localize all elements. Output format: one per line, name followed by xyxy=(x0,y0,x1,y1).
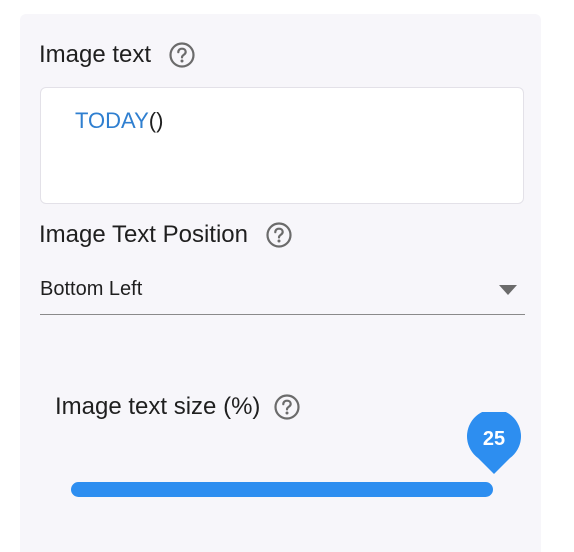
text-position-select[interactable]: Bottom Left xyxy=(40,269,525,315)
chevron-down-icon[interactable] xyxy=(499,285,517,295)
text-size-value: 25 xyxy=(482,428,506,450)
image-text-label: Image text xyxy=(39,41,152,68)
text-size-label: Image text size (%) xyxy=(55,393,261,420)
text-position-label: Image Text Position xyxy=(39,221,249,248)
text-size-slider-thumb[interactable]: 25 xyxy=(465,409,523,476)
text-position-selected-value: Bottom Left xyxy=(40,278,143,300)
image-text-input[interactable]: TODAY() xyxy=(40,87,524,204)
image-text-value: TODAY() xyxy=(75,108,163,134)
settings-panel: Image text TODAY() Image Text Position B… xyxy=(20,14,541,552)
text-position-label-row: Image Text Position xyxy=(39,221,292,249)
formula-parens: () xyxy=(148,108,164,133)
formula-function-name: TODAY xyxy=(75,108,149,133)
image-text-label-row: Image text xyxy=(39,41,195,69)
help-icon[interactable] xyxy=(266,222,292,248)
text-size-label-row: Image text size (%) xyxy=(55,393,301,421)
help-icon[interactable] xyxy=(274,394,301,420)
text-size-slider-track[interactable] xyxy=(71,482,493,497)
help-icon[interactable] xyxy=(169,42,195,68)
